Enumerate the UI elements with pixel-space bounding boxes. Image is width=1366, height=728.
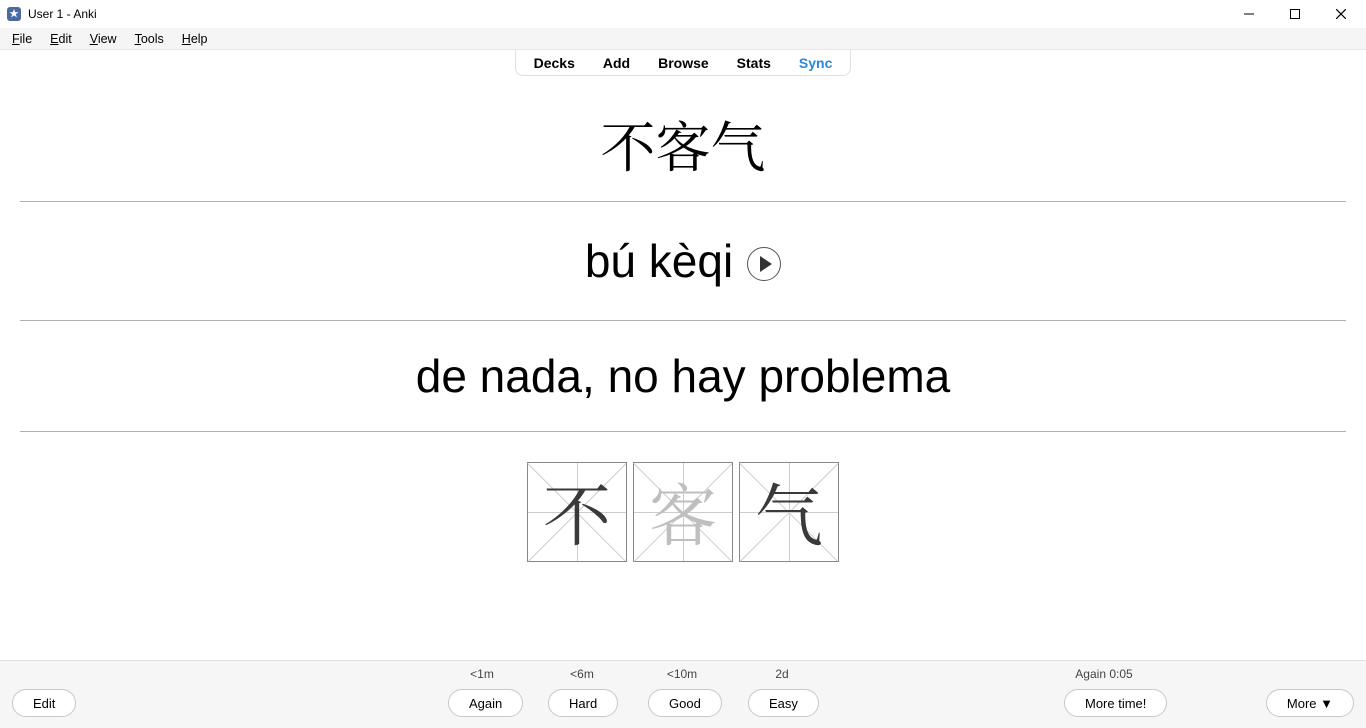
stroke-char: 气 [755,478,823,546]
nav-sync[interactable]: Sync [785,53,846,73]
window-title: User 1 - Anki [28,7,97,21]
stroke-box[interactable]: 客 [633,462,733,562]
maximize-button[interactable] [1272,0,1318,28]
anki-app-icon [6,6,22,22]
nav-stats[interactable]: Stats [723,53,785,73]
nav-browse[interactable]: Browse [644,53,723,73]
nav-add[interactable]: Add [589,53,644,73]
stroke-order-row: 不 客 气 [20,432,1346,562]
card-area: 不客气 bú kèqi de nada, no hay problema 不 客… [0,80,1366,660]
more-button[interactable]: More ▼ [1266,689,1354,717]
top-nav-inner: Decks Add Browse Stats Sync [515,50,852,76]
stroke-char: 不 [543,478,611,546]
card-hanzi: 不客气 [20,80,1346,201]
edit-button[interactable]: Edit [12,689,76,717]
bottom-bar: <1m <6m <10m 2d Edit Again Hard Good Eas… [0,660,1366,728]
easy-time: 2d [775,667,788,681]
stroke-box[interactable]: 气 [739,462,839,562]
answer-times: <1m <6m <10m 2d [0,667,1366,683]
card-pinyin: bú kèqi [585,234,733,288]
menu-view[interactable]: View [82,30,125,48]
card-meaning: de nada, no hay problema [20,321,1346,431]
again-time: <1m [470,667,494,681]
menu-bar: File Edit View Tools Help [0,28,1366,50]
menu-edit[interactable]: Edit [42,30,80,48]
menu-help[interactable]: Help [174,30,216,48]
minimize-button[interactable] [1226,0,1272,28]
stroke-char: 客 [649,478,717,546]
hard-time: <6m [570,667,594,681]
good-time: <10m [667,667,697,681]
menu-file[interactable]: File [4,30,40,48]
top-nav: Decks Add Browse Stats Sync [0,50,1366,80]
close-button[interactable] [1318,0,1364,28]
again-button[interactable]: Again [448,689,523,717]
again-timer-label: Again 0:05 [1075,667,1132,681]
good-button[interactable]: Good [648,689,722,717]
title-bar: User 1 - Anki [0,0,1366,28]
more-time-button[interactable]: More time! [1064,689,1167,717]
card-pinyin-row: bú kèqi [20,202,1346,320]
menu-tools[interactable]: Tools [127,30,172,48]
easy-button[interactable]: Easy [748,689,819,717]
nav-decks[interactable]: Decks [520,53,589,73]
hard-button[interactable]: Hard [548,689,618,717]
play-audio-icon[interactable] [747,247,781,281]
stroke-box[interactable]: 不 [527,462,627,562]
